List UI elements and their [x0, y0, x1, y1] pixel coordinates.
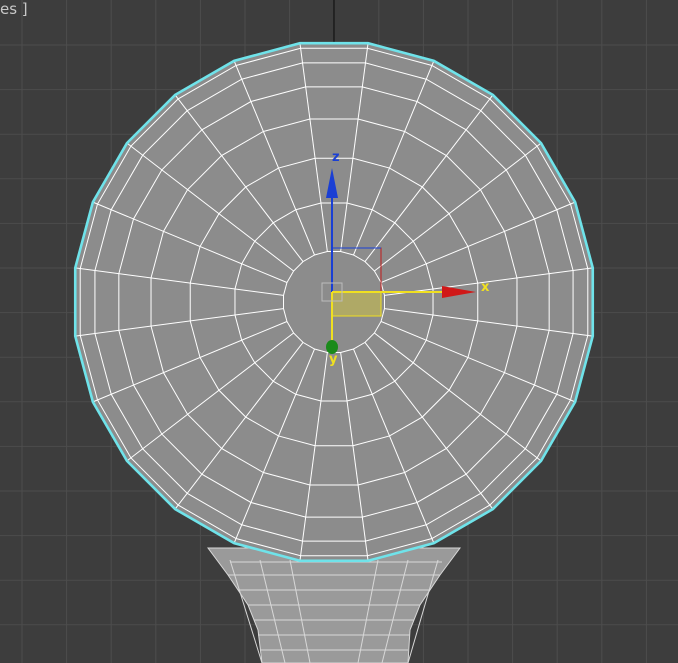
viewport-label[interactable]: es ] — [0, 0, 28, 18]
stem-mesh[interactable] — [207, 547, 461, 663]
x-axis-label: x — [481, 280, 490, 295]
viewport[interactable]: z x y es ] — [0, 0, 678, 663]
y-axis-label: y — [329, 352, 338, 367]
xy-plane-handle[interactable] — [331, 291, 382, 317]
z-axis-label: z — [332, 150, 340, 165]
viewport-canvas[interactable]: z x y — [0, 0, 678, 663]
